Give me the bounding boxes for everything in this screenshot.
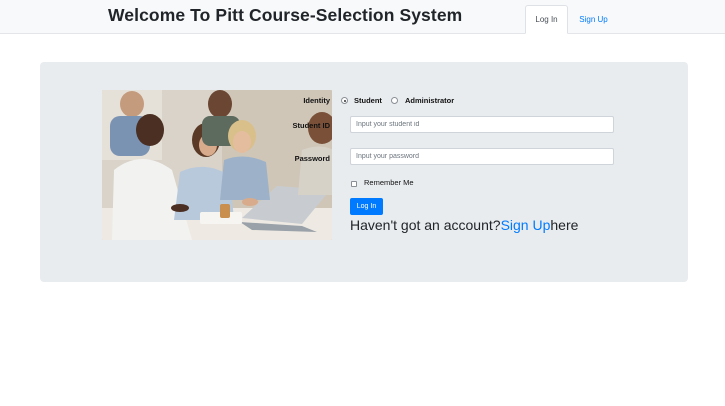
administrator-radio[interactable] [391,97,398,104]
remember-me-checkbox[interactable] [351,181,357,187]
tab-sign-up[interactable]: Sign Up [570,5,617,34]
student-id-input[interactable] [350,116,614,133]
signup-prompt: Haven't got an account?Sign Uphere [350,217,578,233]
signup-prefix-text: Haven't got an account? [350,217,501,233]
remember-me-label[interactable]: Remember Me [364,178,414,187]
signup-suffix-text: here [550,217,579,233]
team-meeting-photo [102,90,332,240]
log-in-button[interactable]: Log In [350,198,383,215]
password-input[interactable] [350,148,614,165]
student-radio[interactable] [341,97,348,104]
student-radio-label[interactable]: Student [354,96,382,105]
identity-label: Identity [303,96,330,105]
top-navbar: Welcome To Pitt Course-Selection System … [0,0,725,34]
page-title: Welcome To Pitt Course-Selection System [108,5,463,25]
tab-log-in[interactable]: Log In [525,5,568,34]
student-id-label: Student ID [292,121,331,130]
sign-up-link[interactable]: Sign Up [501,217,551,233]
password-label: Password [294,154,330,163]
administrator-radio-label[interactable]: Administrator [405,96,454,105]
